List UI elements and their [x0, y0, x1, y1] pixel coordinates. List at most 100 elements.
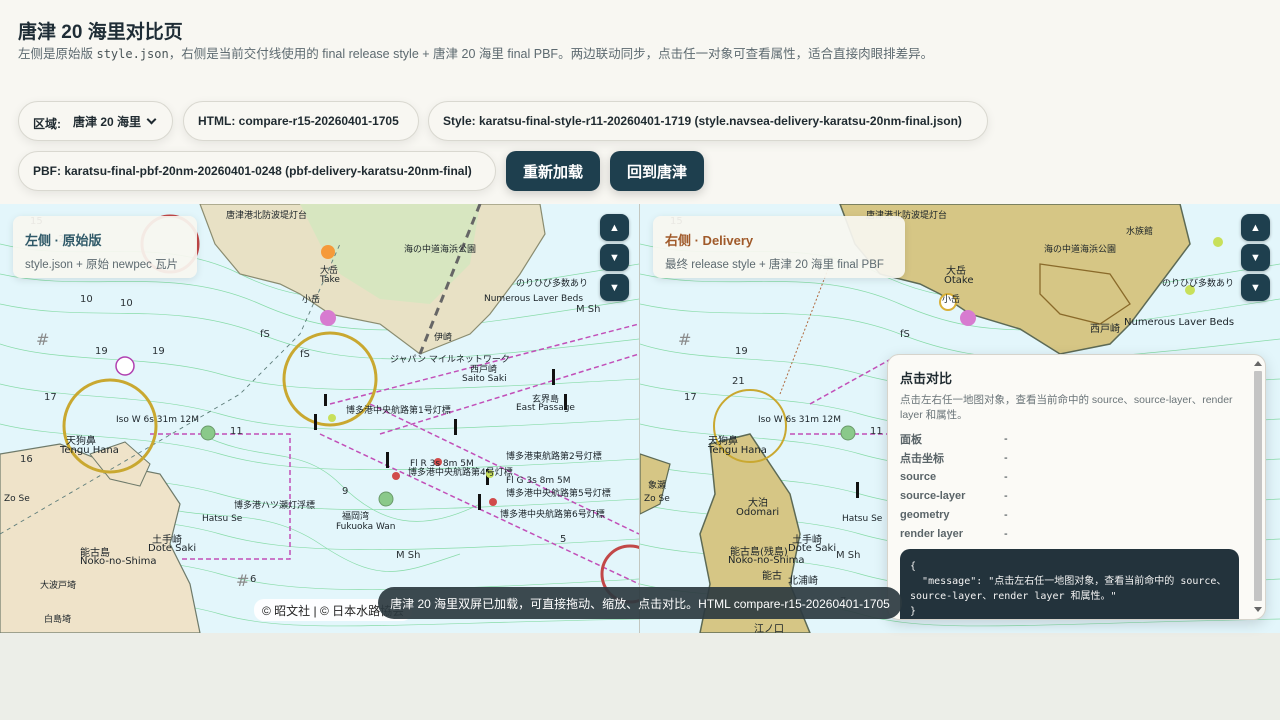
label-east-passage: East Passage: [516, 403, 575, 413]
depth-sounding: 19: [95, 346, 108, 357]
page-title: 唐津 20 海里对比页: [18, 22, 183, 43]
row-value: -: [1004, 432, 1008, 445]
depth-sounding: 17: [684, 392, 697, 403]
chevron-up-icon: ▲: [1250, 221, 1261, 234]
row-value: -: [1004, 451, 1008, 464]
label-noko-en: Noko-no-Shima: [728, 555, 805, 566]
depth-sounding: fS: [300, 349, 310, 360]
depth-sounding: 11: [230, 426, 243, 437]
style-version-badge: Style: karatsu-final-style-r11-20260401-…: [428, 101, 988, 141]
label-tengu-en: Tengu Hana: [60, 445, 119, 456]
scroll-up-icon[interactable]: [1254, 361, 1262, 366]
subtitle-code: style.json: [96, 47, 169, 61]
reload-button[interactable]: 重新加载: [506, 151, 600, 191]
row-value: -: [1004, 508, 1008, 521]
label-zose: Zo Se: [4, 494, 30, 504]
label-zose-en: Zo Se: [644, 494, 670, 504]
label-tengu-en: Tengu Hana: [708, 445, 767, 456]
depth-sounding: 10: [120, 298, 133, 309]
row-key: source: [900, 470, 937, 483]
depth-sounding: M Sh: [576, 304, 601, 315]
label-laver-en: Numerous Laver Beds: [484, 294, 584, 304]
depth-sounding: M Sh: [836, 550, 861, 561]
left-map-controls: ▲ ▼ ▼: [600, 214, 631, 304]
zoom-out-button[interactable]: ▼: [1241, 244, 1270, 271]
row-value: -: [1004, 470, 1008, 483]
zoom-in-button[interactable]: ▲: [1241, 214, 1270, 241]
inspector-row-render-layer: render layer -: [900, 524, 1240, 543]
label-hatsuse: Hatsu Se: [202, 514, 243, 524]
label-central-route-1: 博多港中央航路第1号灯標: [346, 406, 451, 416]
label-central-route-5: 博多港中央航路第5号灯標: [506, 489, 611, 499]
label-hatsuse: Hatsu Se: [842, 514, 883, 524]
label-saitozaki-en: Saito Saki: [462, 374, 507, 384]
chevron-down-icon: ▼: [1250, 251, 1261, 264]
inspector-title: 点击对比: [900, 371, 953, 386]
html-version-badge: HTML: compare-r15-20260401-1705: [183, 101, 419, 141]
label-enokuchi: 江ノ口: [754, 624, 784, 633]
label-aquarium: 水族館: [1126, 227, 1154, 237]
inspector-description: 点击左右任一地图对象，查看当前命中的 source、source-layer、r…: [900, 394, 1233, 421]
label-east-route-2: 博多港東航路第2号灯標: [506, 452, 602, 462]
label-central-route-6: 博多港中央航路第6号灯標: [500, 510, 605, 520]
region-selector: 区域: 唐津 20 海里: [18, 101, 173, 141]
label-fukuoka-wan-en: Fukuoka Wan: [336, 522, 396, 532]
status-toast: 唐津 20 海里双屏已加载，可直接拖动、缩放、点击对比。HTML compare…: [378, 587, 902, 619]
scroll-thumb[interactable]: [1254, 371, 1262, 601]
left-map[interactable]: # # 唐津港北防波堤灯台 海の中道海浜公園 大岳 小岳 Take 伊崎 のりひ…: [0, 204, 639, 633]
back-to-karatsu-button[interactable]: 回到唐津: [610, 151, 704, 191]
region-dropdown[interactable]: 唐津 20 海里: [73, 113, 157, 130]
left-panel-subtitle: style.json + 原始 newpec 瓦片: [25, 259, 179, 271]
inspector-row-source-layer: source-layer -: [900, 486, 1240, 505]
left-panel-card: 左侧 · 原始版 style.json + 原始 newpec 瓦片: [13, 216, 197, 278]
zoom-in-button[interactable]: ▲: [600, 214, 629, 241]
label-kotake: 小岳: [942, 295, 961, 305]
depth-sounding: 17: [44, 392, 57, 403]
right-panel-card: 右侧 · Delivery 最终 release style + 唐津 20 海…: [653, 216, 905, 278]
depth-sounding: 6: [250, 574, 257, 585]
subtitle-text-1: 左侧是原始版: [18, 47, 97, 61]
region-label: 区域:: [33, 116, 61, 131]
label-dote-en: Dote Saki: [148, 543, 197, 554]
row-key: geometry: [900, 508, 950, 521]
label-laver-jp: のりひび多数あり: [1162, 279, 1235, 289]
inspector-row-panel: 面板 -: [900, 429, 1240, 448]
zoom-out-button[interactable]: ▼: [600, 244, 629, 271]
row-key: 点击坐标: [900, 452, 944, 465]
inspector-json-preview: { "message": "点击左右任一地图对象，查看当前命中的 source、…: [900, 549, 1239, 619]
label-izaki: 伊崎: [434, 333, 453, 343]
chevron-down-icon: ▼: [609, 251, 620, 264]
inspector-row-geometry: geometry -: [900, 505, 1240, 524]
inspector-row-coord: 点击坐标 -: [900, 448, 1240, 467]
label-laver-jp: のりひび多数あり: [516, 279, 589, 289]
label-light-iso: Iso W 6s 31m 12M: [758, 415, 842, 425]
label-umi-no-nakamichi: 海の中道海浜公園: [1044, 245, 1117, 255]
top-bar: 唐津 20 海里对比页 左侧是原始版 style.json，右侧是当前交付线使用…: [0, 0, 1280, 204]
label-umi-no-nakamichi: 海の中道海浜公園: [404, 245, 477, 255]
depth-sounding: 5: [560, 534, 567, 545]
scroll-down-icon[interactable]: [1254, 607, 1262, 612]
depth-sounding: 10: [80, 294, 93, 305]
depth-sounding: fS: [260, 329, 270, 340]
svg-text:#: #: [678, 330, 691, 349]
label-kitaura: 北浦崎: [788, 576, 818, 587]
subtitle-text-2: ，右侧是当前交付线使用的 final release style + 唐津 20…: [168, 47, 934, 61]
label-noko-village: 能古: [762, 571, 782, 582]
depth-sounding: fS: [900, 329, 910, 340]
row-value: -: [1004, 527, 1008, 540]
inspector-scrollbar[interactable]: [1251, 357, 1263, 617]
chevron-up-icon: ▲: [609, 221, 620, 234]
depth-sounding: 11: [870, 426, 883, 437]
region-value: 唐津 20 海里: [73, 114, 142, 129]
compass-button[interactable]: ▼: [1241, 274, 1270, 301]
label-zose-jp: 象瀬: [648, 481, 667, 491]
label-odomari-en: Odomari: [736, 507, 780, 518]
compass-button[interactable]: ▼: [600, 274, 629, 301]
inspector-row-source: source -: [900, 467, 1240, 486]
click-compare-inspector[interactable]: 点击对比 点击左右任一地图对象，查看当前命中的 source、source-la…: [887, 354, 1266, 620]
depth-sounding: 19: [152, 346, 165, 357]
label-ohato: 大波戸埼: [40, 581, 77, 591]
left-panel-title: 左侧 · 原始版: [25, 233, 102, 248]
depth-sounding: 19: [735, 346, 748, 357]
row-key: render layer: [900, 527, 963, 540]
